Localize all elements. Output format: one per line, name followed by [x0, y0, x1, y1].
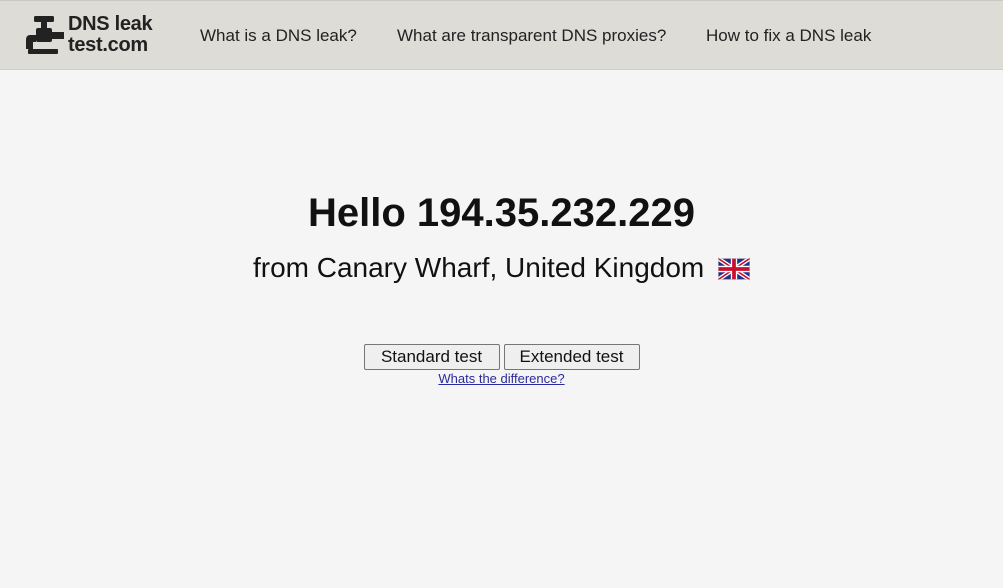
- whats-the-difference-link[interactable]: Whats the difference?: [438, 371, 564, 386]
- faucet-icon: [26, 16, 64, 54]
- extended-test-button[interactable]: Extended test: [503, 344, 640, 370]
- location-text: from Canary Wharf, United Kingdom: [252, 252, 705, 283]
- nav-what-is-dns-leak[interactable]: What is a DNS leak?: [200, 25, 357, 47]
- top-navigation-bar: DNS leak test.com What is a DNS leak? Wh…: [0, 0, 1003, 70]
- site-logo[interactable]: DNS leak test.com: [24, 13, 158, 57]
- uk-flag-icon: [716, 255, 752, 289]
- location-line: from Canary Wharf, United Kingdom: [0, 251, 1003, 289]
- logo-text-line2: test.com: [68, 34, 148, 56]
- nav-how-to-fix[interactable]: How to fix a DNS leak: [706, 25, 871, 47]
- nav-transparent-dns-proxies[interactable]: What are transparent DNS proxies?: [397, 25, 666, 47]
- difference-link-container: Whats the difference?: [0, 371, 1003, 387]
- greeting-heading: Hello 194.35.232.229: [308, 191, 695, 235]
- standard-test-button[interactable]: Standard test: [363, 344, 500, 370]
- test-buttons: Standard test Extended test: [0, 344, 1003, 370]
- logo-text-line1: DNS leak: [68, 13, 153, 35]
